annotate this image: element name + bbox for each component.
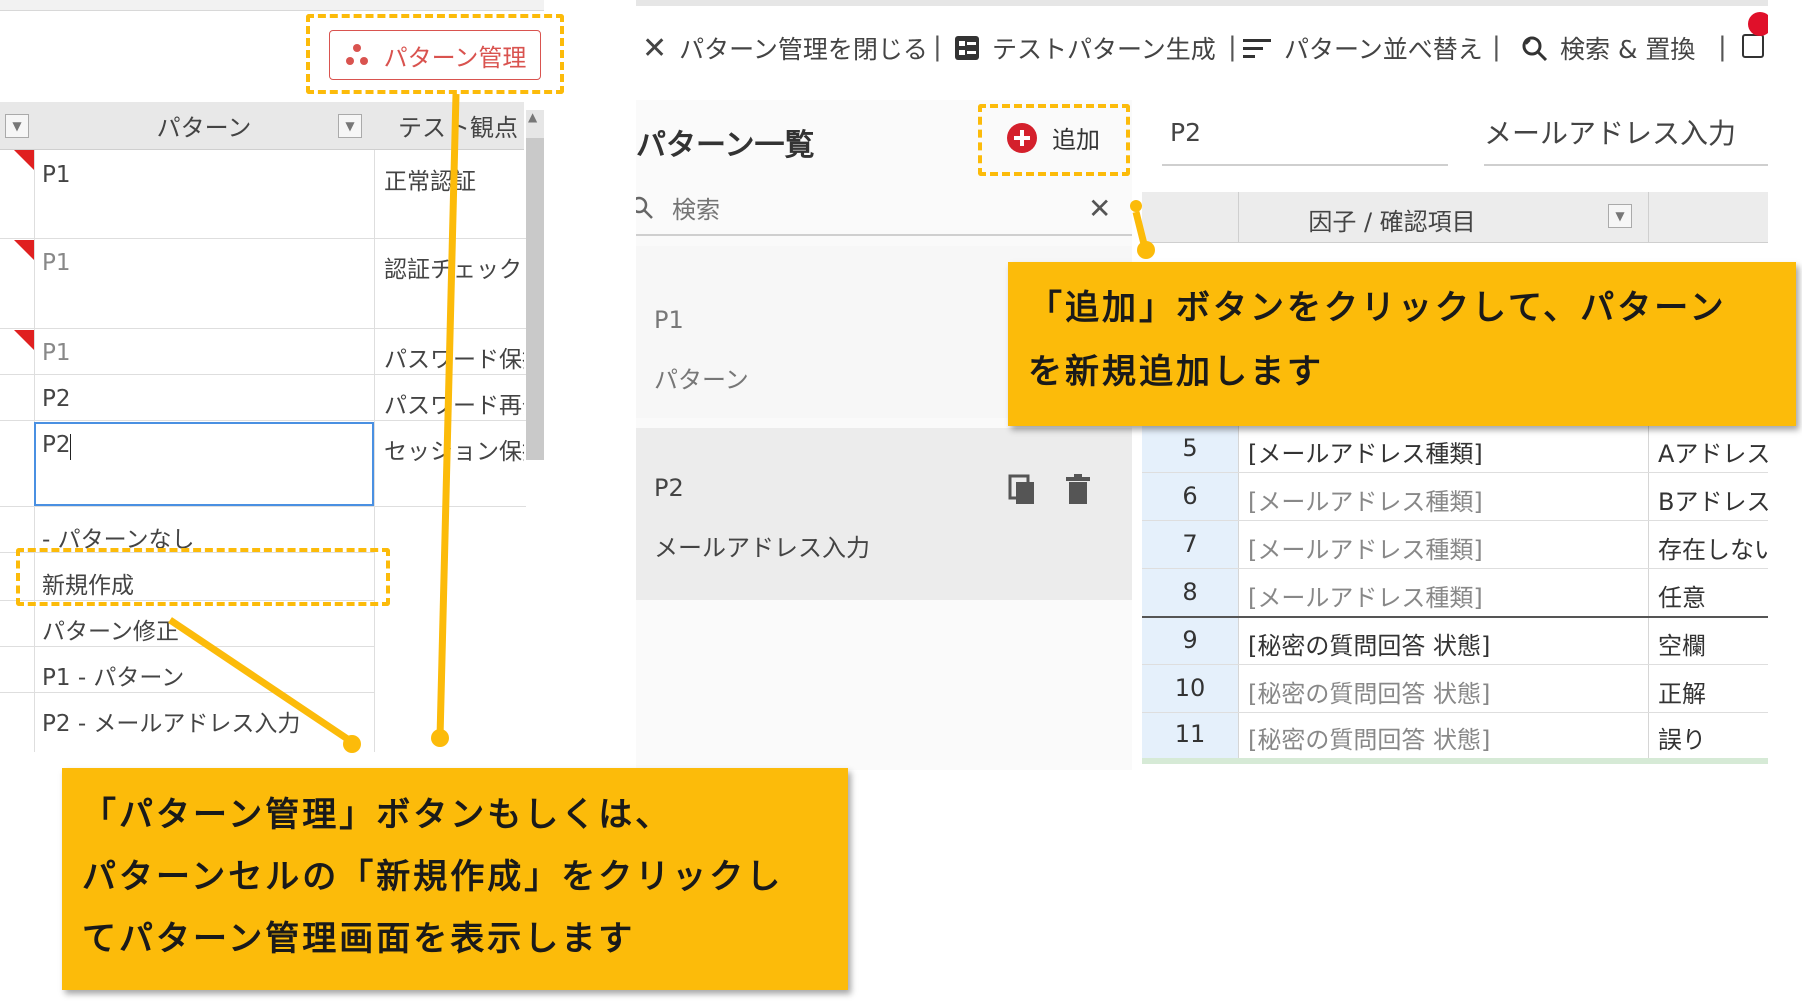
callout-pattern-mgmt-instruction: 「パターン管理」ボタンもしくは、 パターンセルの「新規作成」をクリックし てパタ…	[62, 768, 848, 990]
callout-text: を新規追加します	[1028, 352, 1324, 392]
connector-dot	[1137, 241, 1155, 259]
callout-text: 「パターン管理」ボタンもしくは、	[82, 795, 673, 835]
connector-dot	[343, 735, 361, 753]
connector-dot	[431, 729, 449, 747]
callout-text: 「追加」ボタンをクリックして、パターン	[1028, 288, 1727, 328]
callout-add-instruction: 「追加」ボタンをクリックして、パターン を新規追加します	[1008, 262, 1796, 426]
callout-text: てパターン管理画面を表示します	[82, 919, 636, 959]
connector-line-button	[436, 93, 460, 739]
connector-dot	[1130, 200, 1142, 212]
connector-line-option	[168, 617, 354, 745]
callout-text: パターンセルの「新規作成」をクリックし	[82, 857, 784, 897]
